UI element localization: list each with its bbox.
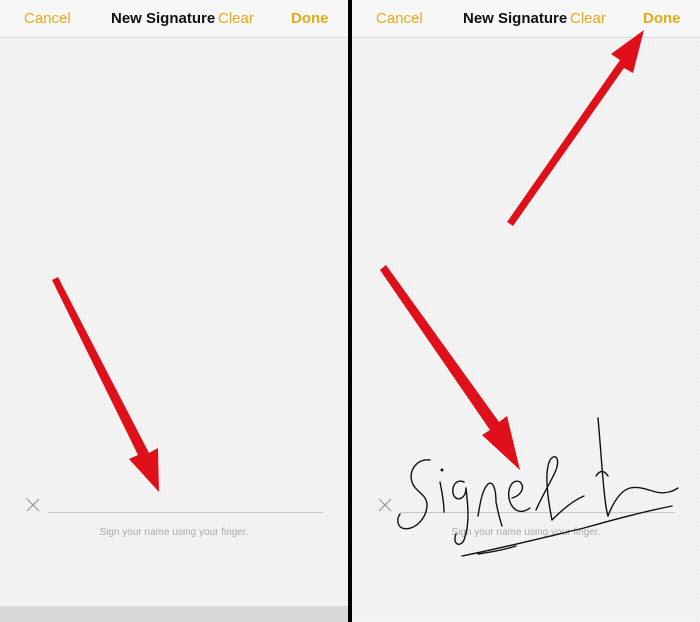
handwritten-signature xyxy=(380,30,679,557)
signature-screen-after: Cancel New Signature Clear Done Sign you… xyxy=(352,0,700,622)
bottom-bar xyxy=(0,606,348,622)
arrow-annotation xyxy=(52,277,159,492)
arrow-to-line xyxy=(380,265,520,470)
arrow-to-done xyxy=(507,30,644,226)
signature-screen-before: Cancel New Signature Clear Done Sign you… xyxy=(0,0,348,622)
